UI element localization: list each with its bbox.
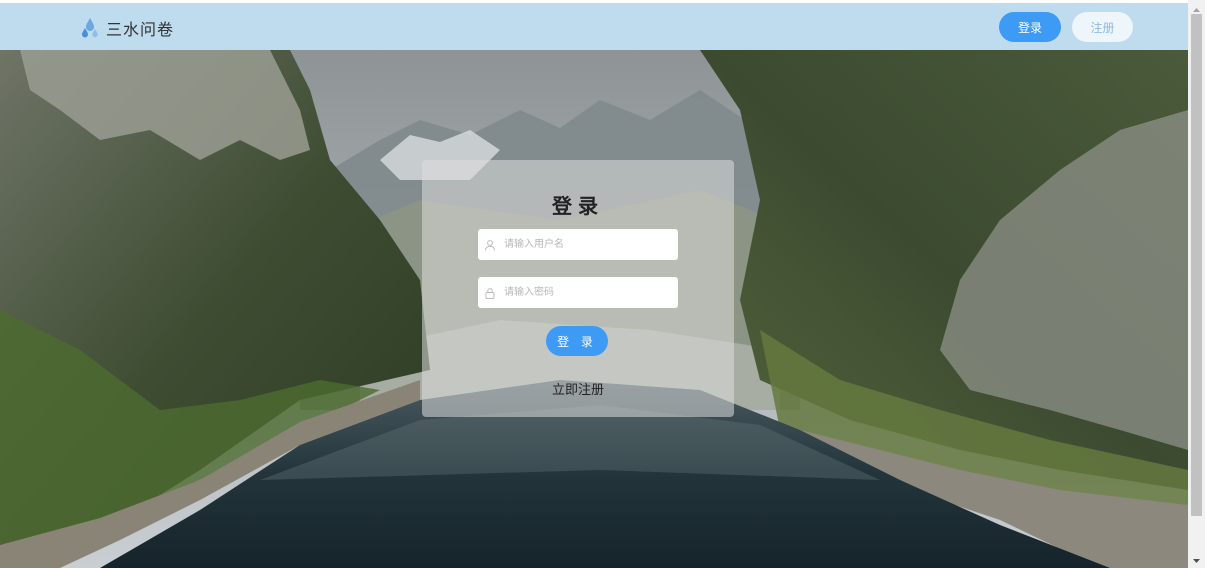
app-name: 三水问卷 xyxy=(106,20,175,39)
register-now-link[interactable]: 立即注册 xyxy=(422,379,734,398)
header-login-button[interactable]: 登录 xyxy=(999,12,1061,42)
water-drops-icon xyxy=(82,18,98,38)
username-field[interactable] xyxy=(478,229,678,260)
login-title: 登录 xyxy=(552,194,604,218)
username-input[interactable] xyxy=(502,238,676,251)
login-submit-button[interactable]: 登 录 xyxy=(546,326,608,356)
scroll-down-arrow-icon[interactable] xyxy=(1188,554,1205,568)
password-input[interactable] xyxy=(502,286,676,299)
login-card: 登录 登 录 立即注册 xyxy=(422,160,734,417)
password-field[interactable] xyxy=(478,277,678,308)
user-icon xyxy=(485,239,495,251)
lock-icon xyxy=(485,287,495,299)
scrollbar-thumb[interactable] xyxy=(1191,14,1202,516)
logo[interactable]: 三水问卷 xyxy=(80,16,174,40)
page-viewport: 三水问卷 登录 注册 登录 请输入用户名 登 录 立即注册 xyxy=(0,0,1188,568)
vertical-scrollbar[interactable] xyxy=(1188,0,1205,568)
top-header: 三水问卷 登录 注册 xyxy=(0,3,1188,50)
header-register-button[interactable]: 注册 xyxy=(1072,12,1133,42)
